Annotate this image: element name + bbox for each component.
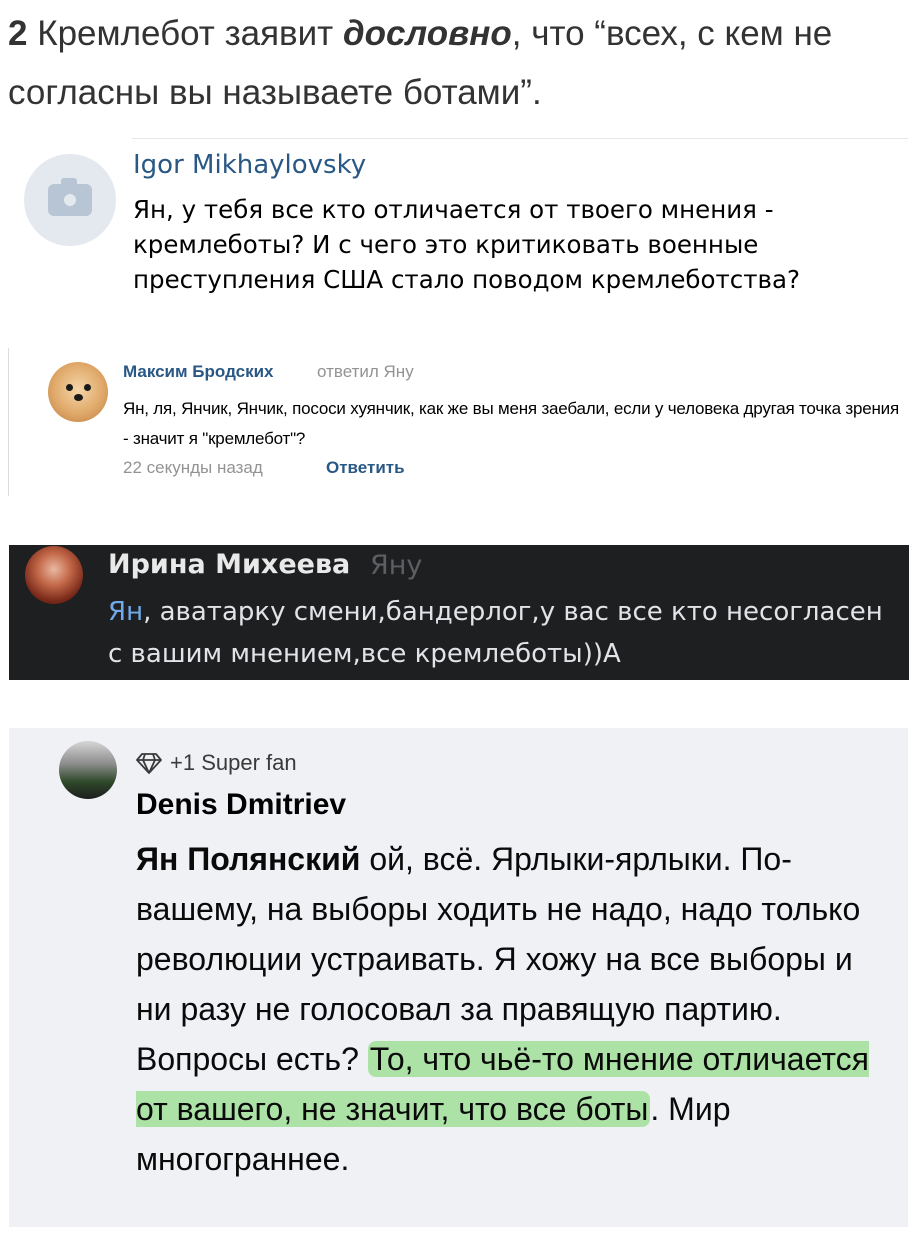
divider [132, 138, 908, 139]
comment-author[interactable]: Denis Dmitriev [136, 788, 346, 822]
badge-label: +1 Super fan [170, 750, 297, 775]
comment-text: Ян, ля, Янчик, Янчик, пососи хуянчик, ка… [123, 399, 899, 448]
comment-text: Ян, аватарку смени,бандерлог,у вас все к… [108, 591, 898, 675]
comment-author[interactable]: Максим Бродских [123, 362, 274, 382]
avatar[interactable] [48, 362, 108, 422]
comment-text: Ян, у тебя все кто отличается от твоего … [133, 195, 800, 294]
diamond-icon [136, 753, 162, 774]
comment-text: Ян Полянский ой, всё. Ярлыки-ярлыки. По-… [136, 834, 896, 1184]
reply-to-author[interactable]: Ян Полянский [136, 841, 360, 877]
addressee-label[interactable]: Яну [370, 550, 422, 581]
comment-denis: +1 Super fan Denis Dmitriev Ян Полянский… [9, 728, 908, 1227]
reply-button[interactable]: Ответить [326, 458, 405, 478]
comment-author[interactable]: Ирина Михеева [108, 549, 350, 580]
fan-badge: +1 Super fan [136, 750, 297, 776]
thread-line [8, 348, 9, 496]
avatar[interactable] [24, 154, 116, 246]
avatar[interactable] [25, 546, 83, 604]
intro-text-before: Кремлебот заявит [27, 14, 343, 53]
comment-timestamp[interactable]: 22 секунды назад [123, 458, 263, 478]
comment-author[interactable]: Igor Mikhaylovsky [133, 150, 366, 180]
camera-icon [48, 178, 92, 216]
intro-number: 2 [8, 14, 28, 53]
mention-link[interactable]: Ян [108, 597, 143, 627]
avatar[interactable] [59, 741, 117, 799]
comment-maxim: Максим Бродских ответил Яну Ян, ля, Янчи… [8, 348, 908, 496]
comment-body: , аватарку смени,бандерлог,у вас все кто… [108, 597, 883, 669]
intro-heading: 2 Кремлебот заявит дословно, что “всех, … [8, 4, 908, 122]
intro-emphasis: дословно [342, 14, 512, 53]
comment-irina: Ирина Михеева Яну Ян, аватарку смени,бан… [9, 545, 909, 680]
comment-igor: Igor Mikhaylovsky Ян, у тебя все кто отл… [22, 138, 908, 308]
replied-to-label[interactable]: ответил Яну [317, 362, 414, 382]
